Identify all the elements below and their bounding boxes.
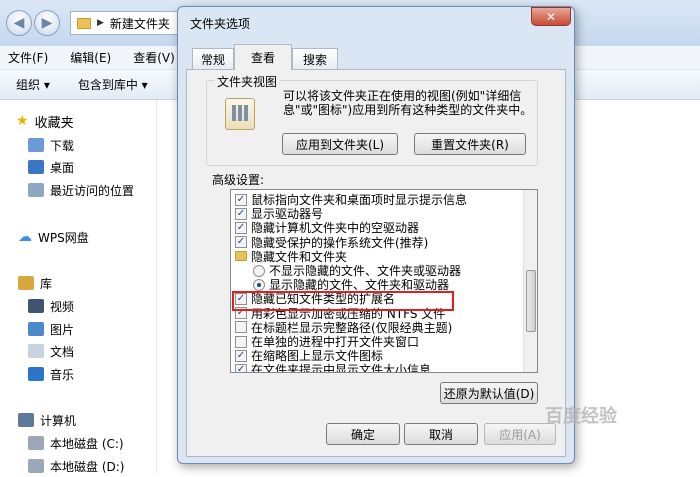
watermark: 百度经验: [545, 406, 617, 427]
navigation-pane: ★ 收藏夹 下载 桌面 最近访问的位置 ☁ WPS网盘 库 视频 图片 文档 音乐 …: [0, 100, 157, 474]
radio-selected-icon[interactable]: [253, 278, 265, 291]
nav-desktop[interactable]: 桌面: [28, 156, 74, 178]
computer-icon: [18, 413, 34, 427]
menu-view[interactable]: 查看(V): [133, 49, 175, 66]
advanced-settings-list[interactable]: ✓ 鼠标指向文件夹和桌面项时显示提示信息 ✓ 显示驱动器号 ✓ 隐藏计算机文件夹中的空驱动…: [230, 189, 538, 373]
nav-wps[interactable]: ☁ WPS网盘: [18, 226, 89, 248]
folder-views-label: 文件夹视图: [214, 73, 281, 90]
checkbox-checked-icon[interactable]: ✓: [235, 349, 247, 362]
dialog-title: 文件夹选项: [190, 17, 251, 31]
advanced-settings-label: 高级设置:: [212, 173, 265, 187]
checkbox-icon[interactable]: [235, 321, 247, 334]
close-icon[interactable]: ✕: [531, 7, 571, 26]
nav-documents[interactable]: 文档: [28, 340, 74, 362]
nav-library[interactable]: 库: [18, 272, 52, 294]
drive-icon: [28, 436, 44, 450]
nav-video[interactable]: 视频: [28, 295, 74, 317]
nav-pictures[interactable]: 图片: [28, 318, 74, 340]
nav-computer[interactable]: 计算机: [18, 409, 76, 431]
star-icon: ★: [16, 113, 29, 129]
download-icon: [28, 138, 44, 152]
documents-icon: [28, 344, 44, 358]
scrollbar-thumb[interactable]: [526, 270, 536, 332]
checkbox-checked-icon[interactable]: ✓: [235, 236, 247, 249]
menu-edit[interactable]: 编辑(E): [70, 49, 111, 66]
library-icon: [18, 276, 34, 290]
radio-icon[interactable]: [253, 264, 265, 277]
address-text: 新建文件夹: [109, 16, 170, 31]
cancel-button[interactable]: 取消: [404, 423, 478, 445]
back-icon[interactable]: ◀: [6, 10, 32, 36]
nav-music[interactable]: 音乐: [28, 363, 74, 385]
desktop-icon: [28, 160, 44, 174]
checkbox-checked-icon[interactable]: ✓: [235, 221, 247, 234]
recent-places-icon: [28, 183, 44, 197]
highlight-box: [232, 291, 454, 311]
restore-defaults-button[interactable]: 还原为默认值(D): [440, 382, 538, 404]
tab-general[interactable]: 常规: [192, 48, 234, 69]
folder-views-description: 可以将该文件夹正在使用的视图(例如"详细信息"或"图标")应用到所有这种类型的文…: [283, 89, 533, 117]
checkbox-checked-icon[interactable]: ✓: [235, 193, 247, 206]
address-bar[interactable]: ▶ 新建文件夹: [70, 11, 190, 35]
checkbox-icon[interactable]: [235, 335, 247, 348]
tab-search[interactable]: 搜索: [292, 48, 338, 69]
menu-file[interactable]: 文件(F): [8, 49, 48, 66]
video-icon: [28, 299, 44, 313]
nav-disk-d[interactable]: 本地磁盘 (D:): [28, 455, 124, 477]
music-icon: [28, 367, 44, 381]
drive-icon: [28, 459, 44, 473]
apply-to-folders-button[interactable]: 应用到文件夹(L): [282, 133, 398, 155]
setting-label: 在文件夹提示中显示文件大小信息: [251, 363, 432, 373]
pictures-icon: [28, 322, 44, 336]
nav-disk-c[interactable]: 本地磁盘 (C:): [28, 432, 124, 454]
folder-view-icon: [225, 98, 255, 130]
checkbox-checked-icon[interactable]: ✓: [235, 207, 247, 220]
forward-icon[interactable]: ▶: [34, 10, 60, 36]
settings-scrollbar[interactable]: [523, 190, 537, 372]
folder-icon: [77, 17, 91, 29]
tab-view[interactable]: 查看: [234, 44, 292, 70]
chevron-right-icon: ▶: [97, 18, 104, 28]
folder-icon: [235, 251, 247, 262]
folder-options-dialog: 文件夹选项 ✕ 常规 查看 搜索 文件夹视图 可以将该文件夹正在使用的视图(例如…: [177, 6, 575, 464]
nav-recent[interactable]: 最近访问的位置: [28, 179, 134, 201]
reset-folders-button[interactable]: 重置文件夹(R): [414, 133, 526, 155]
organize-button[interactable]: 组织 ▾: [16, 76, 50, 93]
ok-button[interactable]: 确定: [326, 423, 400, 445]
nav-downloads[interactable]: 下载: [28, 134, 74, 156]
nav-favorites[interactable]: ★ 收藏夹: [16, 110, 74, 132]
setting-row[interactable]: ✓ 在文件夹提示中显示文件大小信息: [235, 362, 432, 373]
checkbox-checked-icon[interactable]: ✓: [235, 363, 247, 372]
include-library-button[interactable]: 包含到库中 ▾: [78, 76, 148, 93]
cloud-icon: ☁: [18, 229, 32, 245]
